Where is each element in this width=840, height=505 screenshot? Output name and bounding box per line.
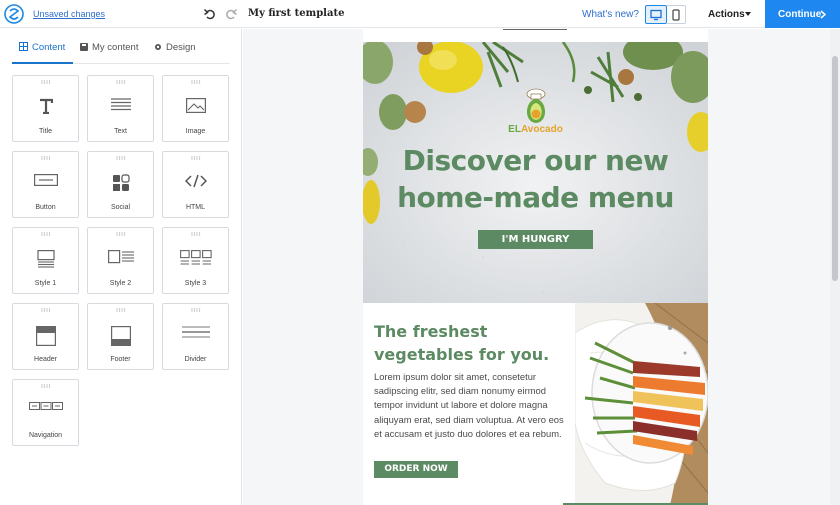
view-online-link[interactable] [503,29,567,30]
title-icon [39,98,53,114]
header-icon [35,326,56,346]
style3-icon [179,250,212,265]
brand-name: ELAvocado [363,124,708,135]
tab-content[interactable]: Content [19,42,65,53]
block-label: HTML [185,204,206,211]
block-divider[interactable]: Divider [162,303,229,370]
hero-section[interactable]: ELAvocado Discover our new home-made men… [363,42,708,303]
block-footer[interactable]: Footer [87,303,154,370]
button-icon [33,174,58,186]
brand-name-part1: EL [508,124,521,135]
drag-handle-icon[interactable] [191,80,201,84]
drag-handle-icon[interactable] [191,308,201,312]
scrollbar-thumb[interactable] [832,56,838,281]
drag-handle-icon[interactable] [41,156,51,160]
block-social[interactable]: Social [87,151,154,218]
drag-handle-icon[interactable] [116,156,126,160]
drag-handle-icon[interactable] [191,156,201,160]
email-preview[interactable]: ELAvocado Discover our new home-made men… [363,29,708,505]
block-label: Navigation [28,432,63,439]
fresh-vegetables-section[interactable]: The freshest vegetables for you. Lorem i… [363,303,708,505]
grid-icon [19,42,28,51]
drag-handle-icon[interactable] [41,80,51,84]
im-hungry-button[interactable]: I'M HUNGRY [478,230,593,249]
section-body-text[interactable]: Lorem ipsum dolor sit amet, consetetur s… [374,370,570,441]
block-label: Divider [184,356,207,363]
tab-content-label: Content [32,42,66,53]
block-html[interactable]: HTML [162,151,229,218]
tab-design-label: Design [166,42,196,53]
block-label: Header [34,356,57,363]
order-now-button[interactable]: ORDER NOW [374,461,458,478]
tab-my-content[interactable]: My content [80,42,138,53]
drag-handle-icon[interactable] [116,308,126,312]
template-name[interactable]: My first template [248,8,344,19]
canvas-scrollbar[interactable] [830,29,840,505]
block-style-2[interactable]: Style 2 [87,227,154,294]
block-navigation[interactable]: Navigation [12,379,79,446]
block-label: Image [185,128,206,135]
section-title-line2: vegetables for you. [374,345,550,364]
drag-handle-icon[interactable] [41,232,51,236]
style2-icon [107,250,134,264]
brand-name-part2: Avocado [520,124,563,135]
block-label: Social [110,204,131,211]
redo-icon[interactable] [224,7,238,21]
actions-menu[interactable]: Actions [708,9,745,20]
whats-new-link[interactable]: What's new? [582,9,639,20]
drag-handle-icon[interactable] [116,80,126,84]
block-label: Text [114,128,127,135]
hero-headline[interactable]: Discover our new home-made menu [363,142,708,216]
section-title-line1: The freshest [374,322,488,341]
carrots-photo [575,303,708,505]
avocado-logo-icon [526,88,546,123]
continue-button[interactable]: Continue [765,0,840,28]
code-icon [184,174,207,188]
block-label: Style 1 [34,280,57,287]
hero-headline-line2: home-made menu [397,181,674,214]
top-bar: Unsaved changes My first template What's… [0,0,840,28]
block-button[interactable]: Button [12,151,79,218]
active-tab-indicator [12,62,73,64]
blocks-sidebar: Content My content Design Title Text Ima… [0,29,242,505]
sendinblue-logo-icon[interactable] [4,4,24,24]
desktop-view-button[interactable] [645,5,667,24]
block-text[interactable]: Text [87,75,154,142]
block-style-3[interactable]: Style 3 [162,227,229,294]
drag-handle-icon[interactable] [116,232,126,236]
block-label: Style 3 [184,280,207,287]
divider-icon [181,326,210,338]
editor-canvas[interactable]: ELAvocado Discover our new home-made men… [243,29,830,505]
section-title[interactable]: The freshest vegetables for you. [374,320,569,366]
footer-icon [110,326,131,346]
undo-icon[interactable] [203,7,217,21]
social-icon [112,174,130,191]
block-header[interactable]: Header [12,303,79,370]
save-icon [80,43,88,51]
drag-handle-icon[interactable] [41,308,51,312]
chevron-right-icon [820,10,826,19]
mobile-icon [672,8,680,21]
block-title[interactable]: Title [12,75,79,142]
block-image[interactable]: Image [162,75,229,142]
tab-design[interactable]: Design [154,42,196,53]
drag-handle-icon[interactable] [41,384,51,388]
style1-icon [36,250,55,268]
image-icon [185,98,206,113]
hero-headline-line1: Discover our new [402,144,669,177]
block-label: Title [39,128,52,135]
unsaved-changes-link[interactable]: Unsaved changes [33,9,105,19]
gear-icon [155,44,161,50]
chevron-down-icon[interactable] [745,12,751,16]
navigation-icon [28,402,63,410]
desktop-icon [650,9,662,20]
block-label: Footer [110,356,131,363]
drag-handle-icon[interactable] [191,232,201,236]
block-label: Style 2 [109,280,132,287]
block-label: Button [35,204,56,211]
mobile-view-button[interactable] [667,5,686,24]
tab-my-content-label: My content [92,42,139,53]
block-style-1[interactable]: Style 1 [12,227,79,294]
text-lines-icon [110,98,131,111]
